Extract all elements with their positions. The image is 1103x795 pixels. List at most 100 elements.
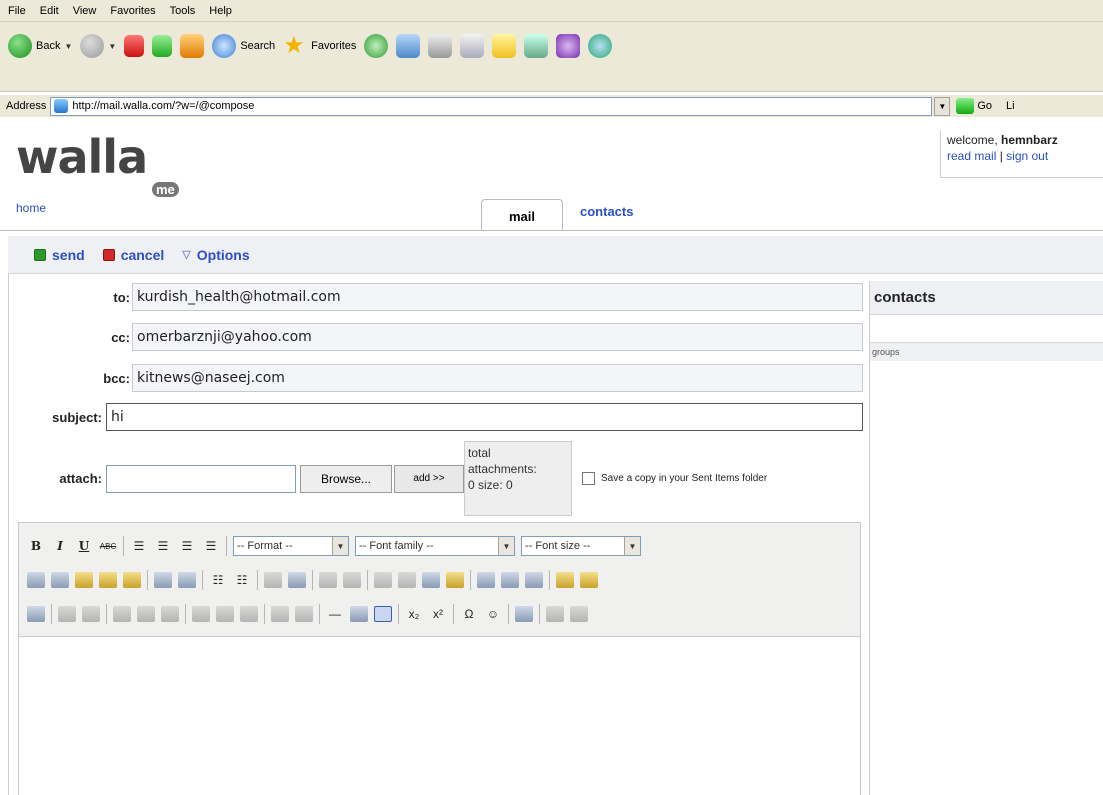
merge-cells-icon[interactable]: [295, 606, 313, 622]
cancel-button[interactable]: cancel: [102, 247, 164, 263]
menu-help[interactable]: Help: [209, 5, 232, 17]
superscript-icon[interactable]: x²: [429, 605, 447, 623]
menu-tools[interactable]: Tools: [170, 5, 196, 17]
to-input[interactable]: kurdish_health@hotmail.com: [132, 283, 863, 311]
cut-icon[interactable]: [27, 572, 45, 588]
mail-icon[interactable]: [396, 34, 421, 58]
special-char-icon[interactable]: Ω: [460, 605, 478, 623]
html-source-icon[interactable]: [477, 572, 495, 588]
align-justify-icon[interactable]: ☰: [202, 537, 220, 555]
menu-file[interactable]: File: [8, 5, 26, 17]
contacts-search-area[interactable]: [870, 315, 1103, 343]
people-icon[interactable]: [588, 34, 613, 58]
copy-icon[interactable]: [51, 572, 69, 588]
history-icon[interactable]: [364, 34, 389, 58]
refresh-icon[interactable]: [152, 35, 173, 57]
numbered-list-icon[interactable]: ☷: [233, 571, 251, 589]
paste-text-icon[interactable]: [99, 572, 117, 588]
italic-icon[interactable]: I: [51, 537, 69, 555]
menu-favorites[interactable]: Favorites: [110, 5, 155, 17]
subscript-icon[interactable]: x₂: [405, 605, 423, 623]
edit-icon[interactable]: [460, 34, 485, 58]
find-icon[interactable]: [154, 572, 172, 588]
cc-input[interactable]: omerbarznji@yahoo.com: [132, 323, 863, 351]
message-body-area[interactable]: [19, 637, 860, 795]
messenger-icon[interactable]: [556, 34, 581, 58]
send-button[interactable]: send: [34, 247, 85, 263]
col-before-icon[interactable]: [192, 606, 210, 622]
link-icon[interactable]: [374, 572, 392, 588]
forward-button[interactable]: ▼: [80, 34, 116, 58]
emoticon-icon[interactable]: ☺: [484, 605, 502, 623]
favorites-button[interactable]: ★ Favorites: [283, 34, 356, 58]
align-left-icon[interactable]: ☰: [130, 537, 148, 555]
home-icon[interactable]: [180, 34, 205, 58]
redo-icon[interactable]: [343, 572, 361, 588]
links-label[interactable]: Li: [1006, 100, 1015, 112]
replace-icon[interactable]: [178, 572, 196, 588]
align-center-icon[interactable]: ☰: [154, 537, 172, 555]
forecolor-icon[interactable]: [556, 572, 574, 588]
search-button[interactable]: Search: [212, 34, 275, 58]
row-props-icon[interactable]: [58, 606, 76, 622]
visual-aid-icon[interactable]: [374, 606, 392, 622]
address-dropdown-icon[interactable]: ▼: [934, 96, 951, 116]
tab-contacts[interactable]: contacts: [580, 204, 633, 219]
backcolor-icon[interactable]: [580, 572, 598, 588]
bullet-list-icon[interactable]: ☷: [209, 571, 227, 589]
paste-word-icon[interactable]: [123, 572, 141, 588]
font-size-select[interactable]: -- Font size -- ▼: [521, 536, 641, 556]
print-icon[interactable]: [515, 606, 533, 622]
outdent-icon[interactable]: [264, 572, 282, 588]
menu-view[interactable]: View: [73, 5, 97, 17]
options-button[interactable]: ▽ Options: [182, 247, 249, 263]
preview-icon[interactable]: [525, 572, 543, 588]
address-input[interactable]: http://mail.walla.com/?w=/@compose: [50, 96, 933, 116]
strikethrough-icon[interactable]: ABC: [99, 537, 117, 555]
format-select[interactable]: -- Format -- ▼: [233, 536, 349, 556]
horizontal-rule-icon[interactable]: —: [326, 605, 344, 623]
rtl-icon[interactable]: [570, 606, 588, 622]
underline-icon[interactable]: U: [75, 537, 93, 555]
home-link[interactable]: home: [16, 201, 46, 215]
attach-file-input[interactable]: [106, 464, 296, 493]
ltr-icon[interactable]: [546, 606, 564, 622]
notes-icon[interactable]: [492, 34, 517, 58]
remove-format-icon[interactable]: [350, 606, 368, 622]
help-icon[interactable]: [501, 572, 519, 588]
walla-logo[interactable]: walla: [16, 130, 148, 184]
add-attachment-button[interactable]: add >>: [394, 464, 464, 493]
split-cells-icon[interactable]: [271, 606, 289, 622]
back-button[interactable]: Back ▼: [8, 34, 72, 58]
save-copy-checkbox[interactable]: [582, 472, 595, 485]
stop-icon[interactable]: [124, 35, 145, 57]
subject-input[interactable]: hi: [106, 403, 863, 431]
cleanup-icon[interactable]: [446, 572, 464, 588]
save-copy-option[interactable]: Save a copy in your Sent Items folder: [582, 472, 767, 485]
unlink-icon[interactable]: [398, 572, 416, 588]
align-right-icon[interactable]: ☰: [178, 537, 196, 555]
browse-button[interactable]: Browse...: [300, 464, 392, 493]
bcc-input[interactable]: kitnews@naseej.com: [132, 364, 863, 392]
row-after-icon[interactable]: [137, 606, 155, 622]
font-family-select[interactable]: -- Font family -- ▼: [355, 536, 515, 556]
delete-row-icon[interactable]: [161, 606, 179, 622]
insert-table-icon[interactable]: [27, 606, 45, 622]
undo-icon[interactable]: [319, 572, 337, 588]
cell-props-icon[interactable]: [82, 606, 100, 622]
anchor-icon[interactable]: [422, 572, 440, 588]
col-after-icon[interactable]: [216, 606, 234, 622]
row-before-icon[interactable]: [113, 606, 131, 622]
bold-icon[interactable]: B: [27, 537, 45, 555]
paste-icon[interactable]: [75, 572, 93, 588]
read-mail-link[interactable]: read mail: [947, 149, 996, 163]
print-icon[interactable]: [428, 34, 453, 58]
go-button[interactable]: Go: [956, 98, 992, 114]
contacts-groups-label[interactable]: groups: [870, 343, 1103, 361]
delete-col-icon[interactable]: [240, 606, 258, 622]
indent-icon[interactable]: [288, 572, 306, 588]
sign-out-link[interactable]: sign out: [1006, 149, 1048, 163]
research-icon[interactable]: [524, 34, 549, 58]
menu-edit[interactable]: Edit: [40, 5, 59, 17]
tab-mail[interactable]: mail: [481, 199, 563, 231]
